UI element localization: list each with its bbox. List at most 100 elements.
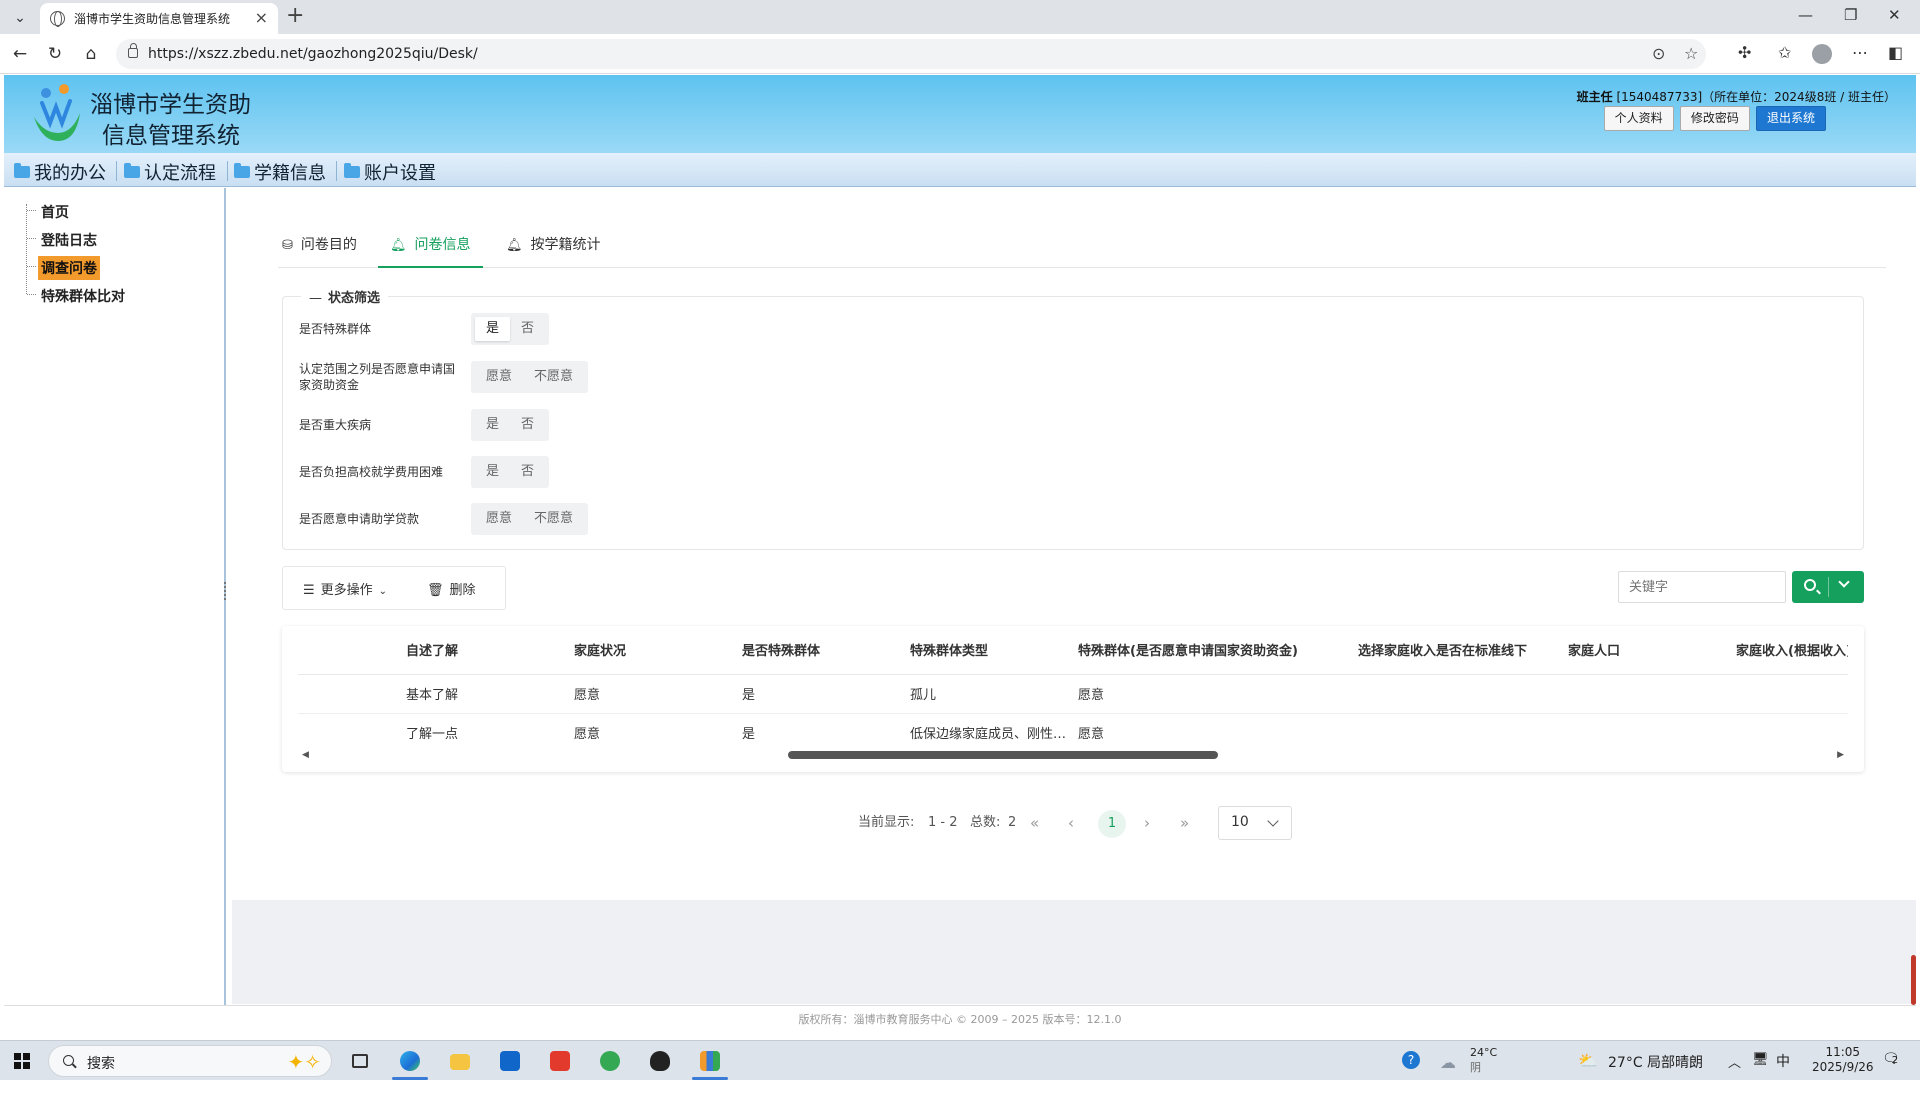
- option-yes[interactable]: 是: [475, 317, 511, 341]
- green-app-icon[interactable]: [590, 1045, 630, 1077]
- horizontal-scrollbar[interactable]: ◀ ▶: [298, 748, 1848, 762]
- delete-button[interactable]: 🗑︎ 删除: [427, 579, 476, 598]
- option-unwilling[interactable]: 不愿意: [523, 365, 584, 389]
- browser-tab[interactable]: 淄博市学生资助信息管理系统 ×: [40, 3, 278, 34]
- windows-start-icon[interactable]: [14, 1053, 30, 1069]
- books-app-icon[interactable]: [690, 1045, 730, 1080]
- tray-chevron-up-icon[interactable]: ︿: [1728, 1052, 1741, 1092]
- column-header[interactable]: 家庭收入(根据收入): [1728, 626, 1848, 675]
- page-number-button[interactable]: 1: [1098, 810, 1126, 838]
- option-no[interactable]: 否: [510, 460, 545, 484]
- clock[interactable]: 11:05 2025/9/26: [1812, 1045, 1874, 1085]
- network-icon[interactable]: 🖥︎: [1752, 1052, 1769, 1092]
- column-header[interactable]: 家庭人口: [1560, 626, 1728, 675]
- scrollbar-thumb[interactable]: [788, 751, 1218, 759]
- table-cell: [1350, 674, 1560, 714]
- clock-date: 2025/9/26: [1812, 1060, 1874, 1074]
- column-header[interactable]: 家庭状况: [566, 626, 734, 675]
- sidebar-resize-handle[interactable]: [224, 582, 230, 600]
- filter-label-national-aid: 认定范围之列是否愿意申请国家资助资金: [299, 362, 456, 392]
- restore-icon[interactable]: ❐: [1844, 6, 1857, 24]
- tab-survey-info[interactable]: 🔔︎ 问卷信息: [378, 224, 483, 268]
- taskbar-search-box[interactable]: 搜索 ✦✧: [48, 1045, 332, 1077]
- ime-indicator[interactable]: 中: [1776, 1051, 1790, 1091]
- option-willing[interactable]: 愿意: [475, 507, 523, 531]
- url-field[interactable]: https://xszz.zbedu.net/gaozhong2025qiu/D…: [116, 39, 1706, 69]
- page-scroll-indicator[interactable]: [1911, 955, 1916, 1005]
- table-row[interactable]: 基本了解 愿意 是 孤儿 愿意: [298, 674, 1848, 714]
- nav-account-settings[interactable]: 账户设置: [344, 159, 436, 185]
- change-password-button[interactable]: 修改密码: [1679, 106, 1750, 131]
- wps-office-icon[interactable]: [540, 1045, 580, 1077]
- back-icon[interactable]: ←: [9, 43, 31, 65]
- tab-list-chevron-icon[interactable]: ⌄: [10, 8, 30, 28]
- main-nav: 我的办公 认定流程 学籍信息 账户设置: [4, 153, 1916, 187]
- scroll-right-icon[interactable]: ▶: [1837, 750, 1844, 760]
- column-header[interactable]: 特殊群体(是否愿意申请国家资助资金): [1070, 626, 1350, 675]
- qq-icon[interactable]: [640, 1045, 680, 1077]
- lock-icon[interactable]: [128, 43, 138, 58]
- option-unwilling[interactable]: 不愿意: [523, 507, 584, 531]
- profile-button[interactable]: 个人资料: [1603, 106, 1674, 131]
- table-cell: 愿意: [566, 713, 734, 746]
- task-view-icon[interactable]: [340, 1045, 380, 1077]
- favorite-star-icon[interactable]: ☆: [1684, 44, 1698, 63]
- search-button[interactable]: [1792, 571, 1864, 603]
- sidebar-item-home[interactable]: 首页: [38, 200, 72, 224]
- refresh-icon[interactable]: ↻: [44, 43, 66, 65]
- close-tab-icon[interactable]: ×: [255, 8, 268, 27]
- more-operations-button[interactable]: ☰ 更多操作 ⌄: [303, 579, 387, 598]
- file-explorer-icon[interactable]: [440, 1045, 480, 1077]
- profile-avatar-icon[interactable]: [1812, 44, 1832, 64]
- nav-student-records[interactable]: 学籍信息: [234, 159, 326, 185]
- new-tab-button[interactable]: +: [286, 3, 304, 28]
- nav-identification-process[interactable]: 认定流程: [124, 159, 216, 185]
- home-icon[interactable]: ⌂: [80, 43, 102, 65]
- column-header[interactable]: 选择家庭收入是否在标准线下: [1350, 626, 1560, 675]
- outlook-icon[interactable]: [490, 1045, 530, 1077]
- minimize-icon[interactable]: —: [1798, 6, 1813, 24]
- help-icon[interactable]: ?: [1402, 1051, 1420, 1091]
- logout-button[interactable]: 退出系统: [1755, 106, 1826, 131]
- reader-icon[interactable]: ⊙: [1652, 44, 1665, 63]
- nav-divider: [116, 161, 117, 181]
- weather-summary[interactable]: 27°C 局部晴朗: [1608, 1052, 1703, 1092]
- option-yes[interactable]: 是: [475, 460, 510, 484]
- keyword-search-input[interactable]: [1618, 571, 1786, 603]
- table-cell: [1560, 674, 1728, 714]
- window-close-icon[interactable]: ✕: [1888, 6, 1901, 24]
- sidebar-toggle-icon[interactable]: ◧: [1888, 43, 1903, 62]
- sidebar-item-special-group-compare[interactable]: 特殊群体比对: [38, 284, 128, 308]
- more-operations-label: 更多操作: [320, 583, 373, 598]
- option-no[interactable]: 否: [510, 413, 545, 437]
- chevron-down-icon[interactable]: [1838, 576, 1850, 588]
- table-row[interactable]: 了解一点 愿意 是 低保边缘家庭成员、刚性支出困难家庭成员 愿意: [298, 713, 1848, 746]
- table-toolbar: ☰ 更多操作 ⌄ 🗑︎ 删除: [282, 566, 506, 610]
- option-no[interactable]: 否: [510, 317, 545, 341]
- sidebar-item-survey[interactable]: 调查问卷: [38, 256, 100, 280]
- scroll-left-icon[interactable]: ◀: [302, 750, 309, 760]
- table-cell: 了解一点: [398, 713, 566, 746]
- next-page-icon[interactable]: ›: [1144, 806, 1150, 840]
- weather-widget[interactable]: 24°C 阴: [1470, 1045, 1497, 1085]
- option-yes[interactable]: 是: [475, 413, 510, 437]
- extensions-icon[interactable]: ✣: [1738, 43, 1751, 62]
- first-page-icon[interactable]: «: [1030, 806, 1039, 840]
- table-cell: 愿意: [1070, 674, 1350, 714]
- option-willing[interactable]: 愿意: [475, 365, 523, 389]
- column-header[interactable]: 自述了解: [398, 626, 566, 675]
- page-size-select[interactable]: 10: [1218, 806, 1292, 840]
- sidebar-item-login-log[interactable]: 登陆日志: [38, 228, 100, 252]
- more-menu-icon[interactable]: ⋯: [1852, 43, 1868, 62]
- favorites-icon[interactable]: ✩: [1778, 43, 1791, 62]
- column-header[interactable]: 特殊群体类型: [902, 626, 1070, 675]
- tab-survey-purpose[interactable]: ⛁ 问卷目的: [282, 224, 357, 268]
- edge-browser-icon[interactable]: [390, 1045, 430, 1080]
- prev-page-icon[interactable]: ‹: [1068, 806, 1074, 840]
- filter-label-student-loan: 是否愿意申请助学贷款: [299, 512, 420, 526]
- tab-stats-by-enrollment[interactable]: 🔔︎ 按学籍统计: [506, 224, 601, 268]
- notifications-icon[interactable]: 🗨︎2: [1882, 1051, 1900, 1091]
- column-header[interactable]: 是否特殊群体: [734, 626, 902, 675]
- nav-my-office[interactable]: 我的办公: [14, 159, 106, 185]
- last-page-icon[interactable]: »: [1180, 806, 1189, 840]
